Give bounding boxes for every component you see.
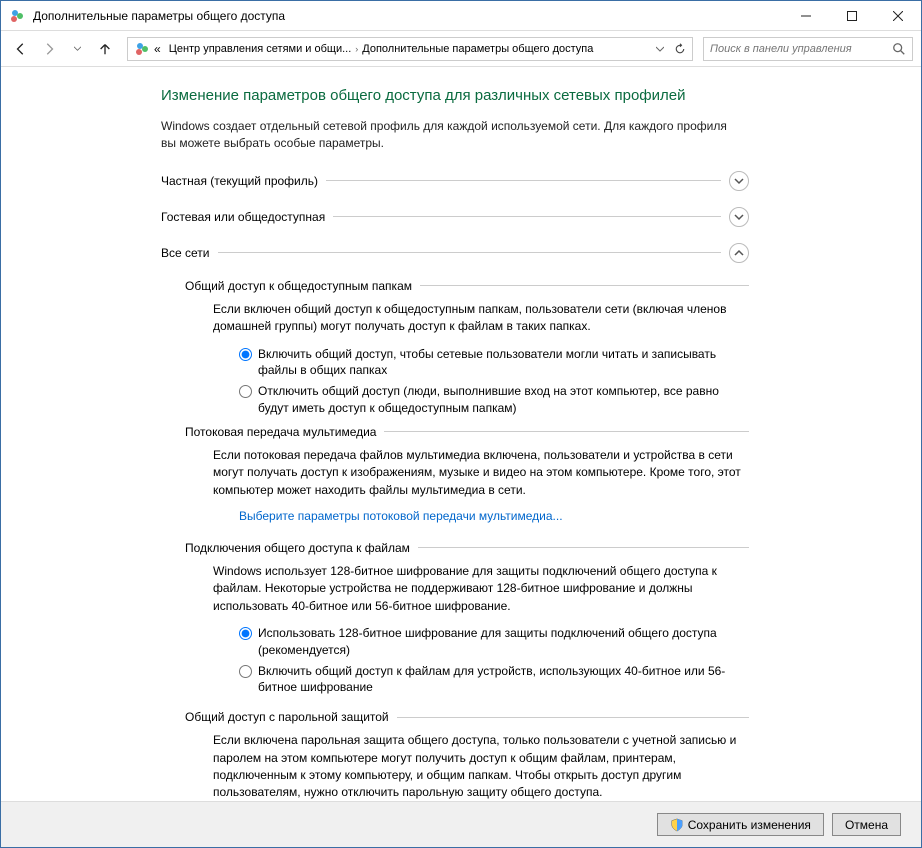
profile-private[interactable]: Частная (текущий профиль) xyxy=(161,171,921,191)
section-title: Общий доступ к общедоступным папкам xyxy=(185,279,412,293)
page-heading: Изменение параметров общего доступа для … xyxy=(161,87,921,104)
radio-label: Включить общий доступ, чтобы сетевые пол… xyxy=(258,346,746,380)
up-button[interactable] xyxy=(93,37,117,61)
refresh-button[interactable] xyxy=(670,38,690,60)
radio-input[interactable] xyxy=(239,385,252,398)
search-icon xyxy=(892,42,906,56)
radio-label: Использовать 128-битное шифрование для з… xyxy=(258,625,746,659)
back-button[interactable] xyxy=(9,37,33,61)
section-public-folder: Общий доступ к общедоступным папкам xyxy=(185,279,921,293)
section-desc: Если потоковая передача файлов мультимед… xyxy=(213,447,921,499)
radio-input[interactable] xyxy=(239,665,252,678)
section-title: Подключения общего доступа к файлам xyxy=(185,541,410,555)
chevron-down-icon[interactable] xyxy=(729,207,749,227)
profile-guest-label: Гостевая или общедоступная xyxy=(161,210,325,224)
radio-pubfolder-on[interactable]: Включить общий доступ, чтобы сетевые пол… xyxy=(239,346,921,380)
breadcrumb-1[interactable]: Центр управления сетями и общи... xyxy=(165,43,356,55)
radio-enc-40[interactable]: Включить общий доступ к файлам для устро… xyxy=(239,663,921,697)
forward-button[interactable] xyxy=(37,37,61,61)
shield-icon xyxy=(670,818,684,832)
page-intro: Windows создает отдельный сетевой профил… xyxy=(161,118,921,153)
search-input[interactable] xyxy=(710,43,892,55)
radio-input[interactable] xyxy=(239,627,252,640)
search-box[interactable] xyxy=(703,37,913,61)
section-media: Потоковая передача мультимедиа xyxy=(185,425,921,439)
cancel-button[interactable]: Отмена xyxy=(832,813,901,836)
profile-all-label: Все сети xyxy=(161,246,210,260)
profile-guest[interactable]: Гостевая или общедоступная xyxy=(161,207,921,227)
content-area: Изменение параметров общего доступа для … xyxy=(1,67,921,801)
radio-label: Отключить общий доступ (люди, выполнивши… xyxy=(258,383,746,417)
section-desc: Если включена парольная защита общего до… xyxy=(213,732,921,801)
history-dropdown[interactable] xyxy=(65,37,89,61)
chevron-down-icon[interactable] xyxy=(729,171,749,191)
radio-pubfolder-off[interactable]: Отключить общий доступ (люди, выполнивши… xyxy=(239,383,921,417)
radio-enc-128[interactable]: Использовать 128-битное шифрование для з… xyxy=(239,625,921,659)
profile-all[interactable]: Все сети xyxy=(161,243,921,263)
cancel-label: Отмена xyxy=(845,818,888,832)
save-button[interactable]: Сохранить изменения xyxy=(657,813,824,836)
chevron-up-icon[interactable] xyxy=(729,243,749,263)
titlebar: Дополнительные параметры общего доступа xyxy=(1,1,921,31)
section-title: Потоковая передача мультимедиа xyxy=(185,425,376,439)
address-dropdown[interactable] xyxy=(650,38,670,60)
minimize-button[interactable] xyxy=(783,1,829,30)
close-button[interactable] xyxy=(875,1,921,30)
breadcrumb-2[interactable]: Дополнительные параметры общего доступа xyxy=(358,43,597,55)
window-title: Дополнительные параметры общего доступа xyxy=(33,9,783,23)
section-title: Общий доступ с парольной защитой xyxy=(185,710,389,724)
location-icon xyxy=(134,41,150,57)
media-options-link[interactable]: Выберите параметры потоковой передачи му… xyxy=(239,509,921,523)
breadcrumb-prefix: « xyxy=(154,42,161,56)
app-icon xyxy=(9,8,25,24)
footer: Сохранить изменения Отмена xyxy=(1,801,921,847)
profile-private-label: Частная (текущий профиль) xyxy=(161,174,318,188)
section-desc: Если включен общий доступ к общедоступны… xyxy=(213,301,921,336)
radio-input[interactable] xyxy=(239,348,252,361)
section-encryption: Подключения общего доступа к файлам xyxy=(185,541,921,555)
address-bar[interactable]: « Центр управления сетями и общи... › До… xyxy=(127,37,693,61)
section-desc: Windows использует 128-битное шифрование… xyxy=(213,563,921,615)
navbar: « Центр управления сетями и общи... › До… xyxy=(1,31,921,67)
radio-label: Включить общий доступ к файлам для устро… xyxy=(258,663,746,697)
maximize-button[interactable] xyxy=(829,1,875,30)
section-password: Общий доступ с парольной защитой xyxy=(185,710,921,724)
save-label: Сохранить изменения xyxy=(688,818,811,832)
